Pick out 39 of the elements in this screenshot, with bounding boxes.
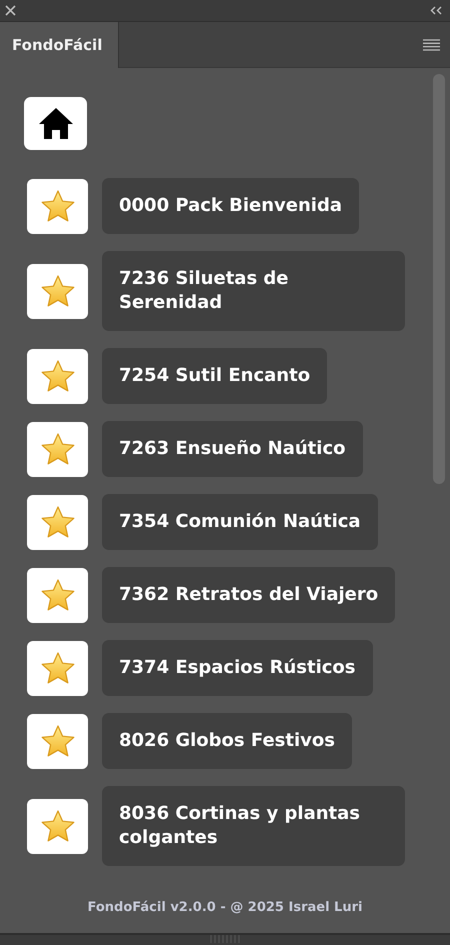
star-icon (40, 578, 76, 612)
favorite-button[interactable] (27, 178, 88, 234)
pack-button[interactable]: 7354 Comunión Naútica (102, 494, 378, 550)
close-button[interactable] (5, 5, 16, 16)
favorite-button[interactable] (27, 640, 88, 696)
pack-button[interactable]: 7254 Sutil Encanto (102, 348, 328, 404)
star-icon (40, 432, 76, 466)
favorite-button[interactable] (27, 348, 88, 404)
favorite-button[interactable] (27, 568, 88, 622)
footer-text: FondoFácil v2.0.0 - @ 2025 Israel Luri (86, 898, 364, 916)
favorite-button[interactable] (27, 494, 88, 550)
panel-tab[interactable]: FondoFácil (0, 22, 119, 68)
star-icon (40, 359, 76, 393)
pack-button[interactable]: 7263 Ensueño Naútico (102, 421, 362, 477)
menu-icon (423, 38, 440, 50)
star-icon (40, 809, 76, 843)
double-chevron-icon (430, 6, 442, 15)
pack-button[interactable]: 7362 Retratos del Viajero (102, 567, 396, 623)
favorite-button[interactable] (27, 422, 88, 476)
favorite-button[interactable] (27, 798, 88, 854)
home-icon (38, 107, 74, 140)
star-icon (40, 724, 76, 758)
pack-button[interactable]: 0000 Pack Bienvenida (102, 178, 359, 234)
home-button[interactable] (24, 97, 87, 150)
pack-button[interactable]: 8036 Cortinas y plantas colgantes (102, 786, 405, 866)
close-icon (5, 5, 16, 16)
resize-grip-icon[interactable] (210, 935, 240, 943)
pack-button[interactable]: 7374 Espacios Rústicos (102, 640, 373, 696)
scrollbar-thumb[interactable] (433, 74, 445, 484)
menu-button[interactable] (423, 38, 440, 50)
pack-button[interactable]: 7236 Siluetas de Serenidad (102, 251, 405, 331)
favorite-button[interactable] (27, 264, 88, 318)
favorite-button[interactable] (27, 714, 88, 768)
star-icon (40, 189, 76, 223)
pack-button[interactable]: 8026 Globos Festivos (102, 713, 352, 769)
star-icon (40, 274, 76, 308)
collapse-button[interactable] (430, 6, 442, 15)
star-icon (40, 651, 76, 685)
star-icon (40, 505, 76, 539)
